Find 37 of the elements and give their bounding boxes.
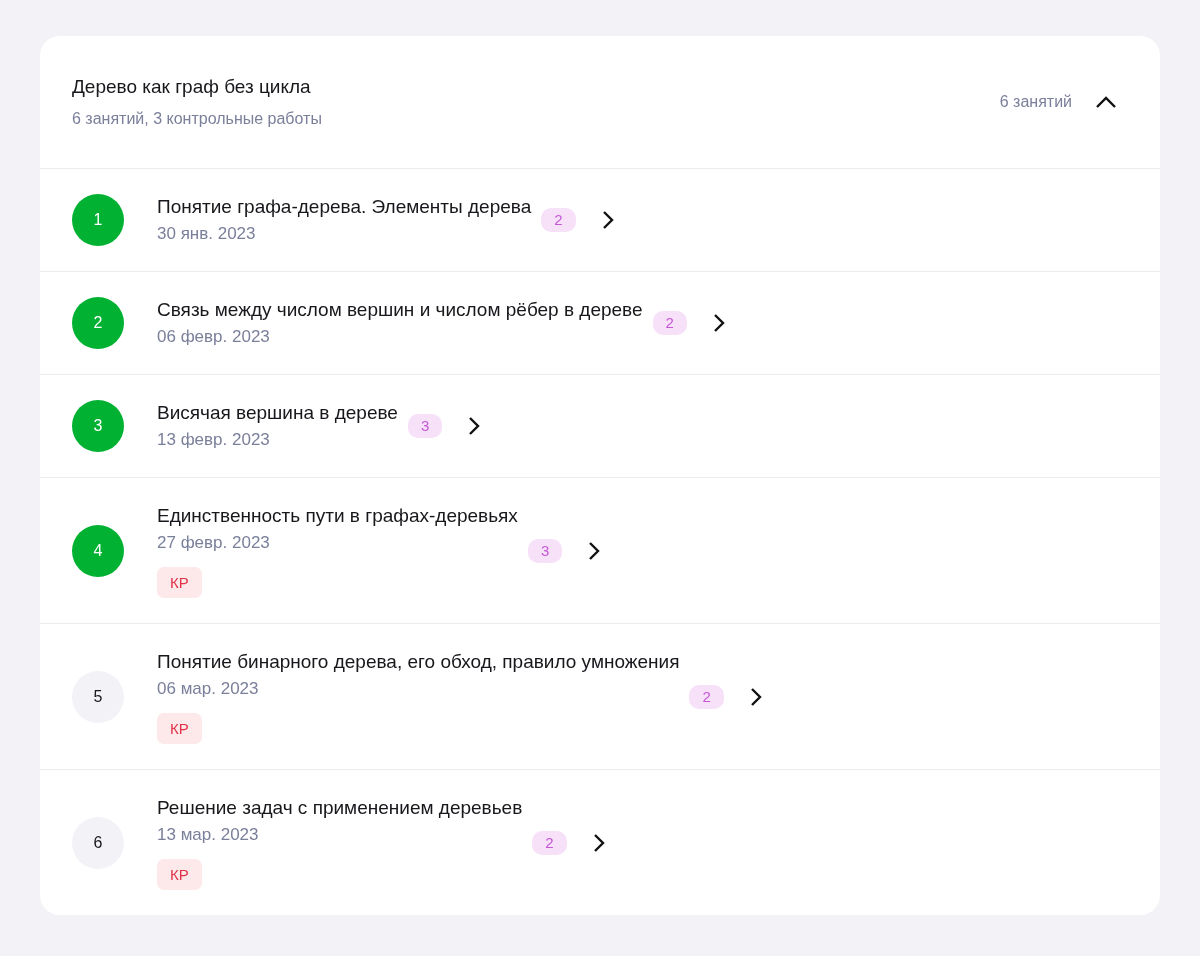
test-tag: КР <box>157 859 202 890</box>
count-badge: 2 <box>689 684 724 709</box>
count-badge: 3 <box>407 414 443 438</box>
chevron-right-icon <box>601 210 614 230</box>
lesson-date: 27 февр. 2023 <box>157 532 271 554</box>
lesson-date: 30 янв. 2023 <box>157 223 257 245</box>
lesson-title: Понятие бинарного дерева, его обход, правило умножения <box>157 650 680 674</box>
test-tag: КР <box>157 567 202 598</box>
lesson-number: 1 <box>72 194 124 246</box>
lesson-count: 6 занятий <box>999 92 1072 112</box>
lesson-date: 13 мар. 2023 <box>157 824 260 846</box>
lesson-number: 4 <box>72 524 124 577</box>
module-title: Дерево как граф без цикла <box>72 74 312 99</box>
lesson-number: 3 <box>72 400 124 452</box>
lesson-title: Понятие графа-дерева. Элементы дерева <box>157 195 532 219</box>
count-badge: 3 <box>527 538 563 563</box>
chevron-right-icon <box>712 313 725 333</box>
lesson-date: 06 февр. 2023 <box>157 326 271 348</box>
count-badge: 2 <box>532 830 567 855</box>
lesson-number: 5 <box>72 670 124 723</box>
lesson-number: 2 <box>72 297 124 349</box>
lesson-number: 6 <box>72 816 124 869</box>
module-subtitle: 6 занятий, 3 контрольные работы <box>72 109 322 130</box>
count-badge: 2 <box>652 311 687 335</box>
count-badge: 2 <box>541 208 576 232</box>
chevron-right-icon <box>592 832 605 853</box>
lesson-date: 13 февр. 2023 <box>157 429 271 451</box>
chevron-up-icon <box>1095 95 1117 109</box>
lesson-title: Связь между числом вершин и числом рёбер в дереве <box>157 298 643 322</box>
lesson-title: Единственность пути в графах-деревьях <box>157 504 518 528</box>
lesson-title: Решение задач с применением деревьев <box>157 796 523 820</box>
test-tag: КР <box>157 713 202 744</box>
lesson-title: Висячая вершина в дереве <box>157 401 398 425</box>
lesson-date: 06 мар. 2023 <box>157 678 260 700</box>
chevron-right-icon <box>468 416 481 436</box>
chevron-right-icon <box>749 686 762 707</box>
chevron-right-icon <box>588 540 601 561</box>
